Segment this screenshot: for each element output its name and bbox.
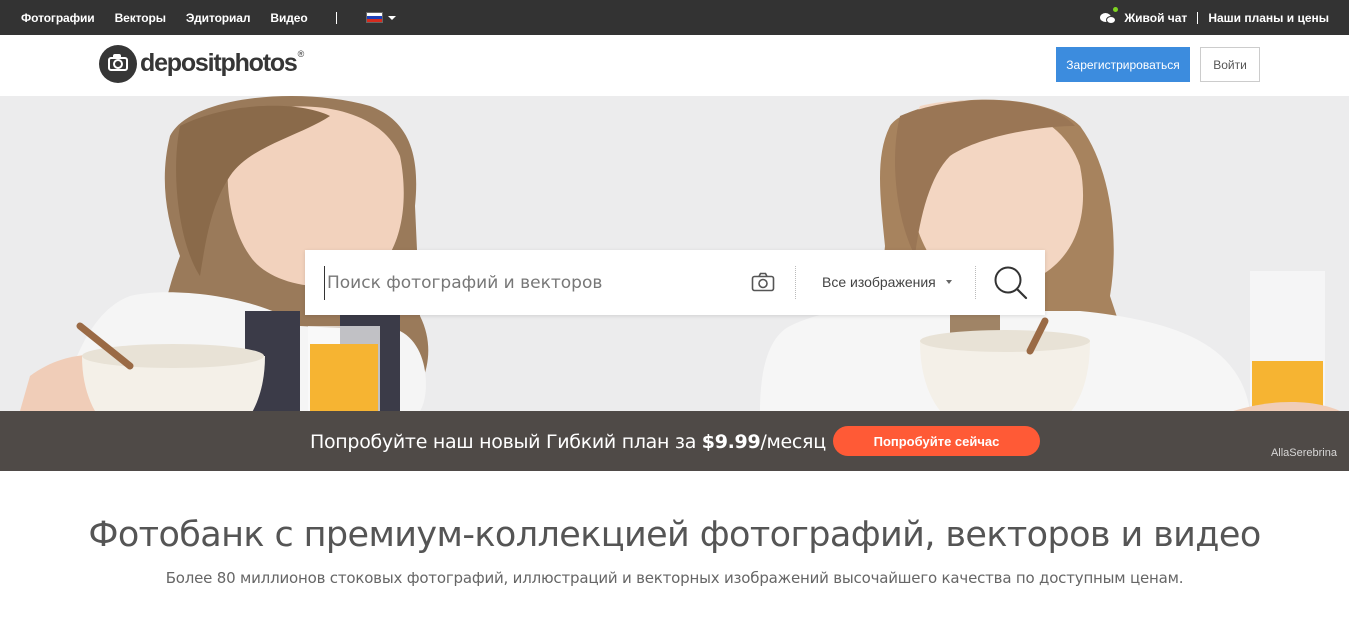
search-input[interactable] [324, 266, 724, 300]
promo-text: Попробуйте наш новый Гибкий план за $9.9… [310, 431, 826, 453]
top-nav: Фотографии Векторы Эдиториал Видео [21, 0, 396, 35]
try-now-button[interactable]: Попробуйте сейчас [833, 426, 1040, 456]
live-chat-icon [1100, 6, 1119, 25]
header: depositphotos ® Зарегистрироваться Войти [0, 35, 1349, 96]
page-subtitle: Более 80 миллионов стоковых фотографий, … [165, 569, 1184, 587]
promo-price: $9.99 [701, 431, 761, 453]
logo-camera-icon [99, 45, 137, 83]
live-chat-link[interactable]: Живой чат [1124, 11, 1187, 25]
plans-link[interactable]: Наши планы и цены [1208, 11, 1329, 25]
promo-text-before: Попробуйте наш новый Гибкий план за [310, 431, 702, 453]
promo-bar: Попробуйте наш новый Гибкий план за $9.9… [0, 411, 1349, 471]
top-right-divider [1197, 11, 1199, 24]
top-right-links: Живой чат Наши планы и цены [1100, 0, 1329, 35]
chevron-down-icon [387, 15, 396, 20]
hero-banner: Все изображения Попробуйте наш новый Гиб… [0, 96, 1349, 471]
search-divider [975, 266, 976, 299]
language-selector[interactable] [365, 12, 396, 23]
search-bar: Все изображения [305, 250, 1045, 315]
nav-editorial-link[interactable]: Эдиториал [186, 11, 251, 25]
photo-credit: AllaSerebrina [1270, 447, 1337, 459]
register-button[interactable]: Зарегистрироваться [1056, 47, 1190, 82]
page-title: Фотобанк с премиум-коллекцией фотографий… [88, 515, 1261, 555]
russian-flag-icon [365, 12, 383, 23]
nav-vectors-link[interactable]: Векторы [115, 11, 166, 25]
promo-text-after: /месяц [760, 431, 826, 453]
nav-photos-link[interactable]: Фотографии [21, 11, 95, 25]
image-type-dropdown[interactable]: Все изображения [822, 274, 952, 290]
logo-registered-mark: ® [297, 49, 305, 59]
logo-text: depositphotos [140, 48, 298, 77]
camera-icon[interactable] [751, 272, 775, 292]
search-icon[interactable] [992, 264, 1030, 302]
chevron-down-icon [945, 280, 952, 284]
logo[interactable]: depositphotos ® [99, 45, 304, 83]
nav-video-link[interactable]: Видео [270, 11, 307, 25]
search-divider [795, 266, 796, 299]
image-type-label: Все изображения [822, 274, 936, 290]
nav-divider [335, 11, 337, 24]
login-button[interactable]: Войти [1200, 47, 1260, 82]
top-bar: Фотографии Векторы Эдиториал Видео Живой… [0, 0, 1349, 35]
